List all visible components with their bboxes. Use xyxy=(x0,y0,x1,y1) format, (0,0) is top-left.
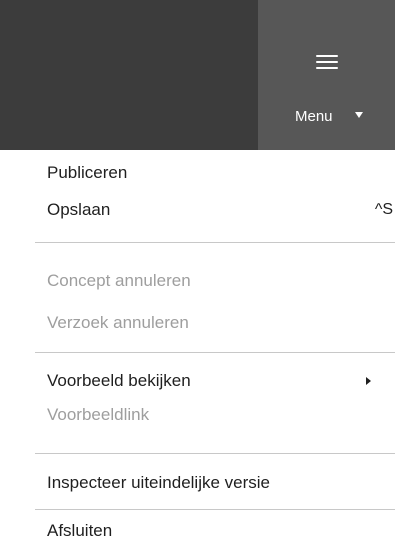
menu-item-label: Voorbeeld bekijken xyxy=(47,371,191,390)
menu-item-concept-annuleren: Concept annuleren xyxy=(47,266,395,296)
menu-item-voorbeeldlink: Voorbeeldlink xyxy=(47,400,395,430)
menu-button[interactable]: Menu xyxy=(258,0,395,150)
menu-item-label: Verzoek annuleren xyxy=(47,313,189,332)
menu-divider xyxy=(35,242,395,243)
caret-down-icon xyxy=(355,112,363,118)
menu-divider xyxy=(35,509,395,510)
shortcut-label: ^S xyxy=(374,201,393,218)
menu-item-label: Inspecteer uiteindelijke versie xyxy=(47,473,271,492)
menu-item-label: Opslaan xyxy=(47,200,111,219)
dropdown-menu: Publiceren Opslaan ^S Concept annuleren … xyxy=(0,150,395,549)
menu-item-label: Publiceren xyxy=(47,163,128,182)
menu-divider xyxy=(35,453,395,454)
menu-item-inspecteer-uiteindelijke-versie[interactable]: Inspecteer uiteindelijke versie xyxy=(47,468,395,498)
menu-item-voorbeeld-bekijken[interactable]: Voorbeeld bekijken xyxy=(47,366,395,396)
menu-item-publiceren[interactable]: Publiceren xyxy=(47,158,395,188)
menu-item-label: Voorbeeldlink xyxy=(47,405,150,424)
submenu-arrow-icon xyxy=(366,377,371,385)
menu-button-label: Menu xyxy=(295,108,333,125)
hamburger-icon xyxy=(316,55,338,69)
menu-item-opslaan[interactable]: Opslaan ^S xyxy=(47,195,395,225)
menu-item-afsluiten[interactable]: Afsluiten xyxy=(47,516,395,546)
top-bar: Menu xyxy=(0,0,395,150)
menu-item-label: Concept annuleren xyxy=(47,271,191,290)
menu-item-label: Afsluiten xyxy=(47,521,113,540)
menu-divider xyxy=(35,352,395,353)
menu-item-verzoek-annuleren: Verzoek annuleren xyxy=(47,308,395,338)
